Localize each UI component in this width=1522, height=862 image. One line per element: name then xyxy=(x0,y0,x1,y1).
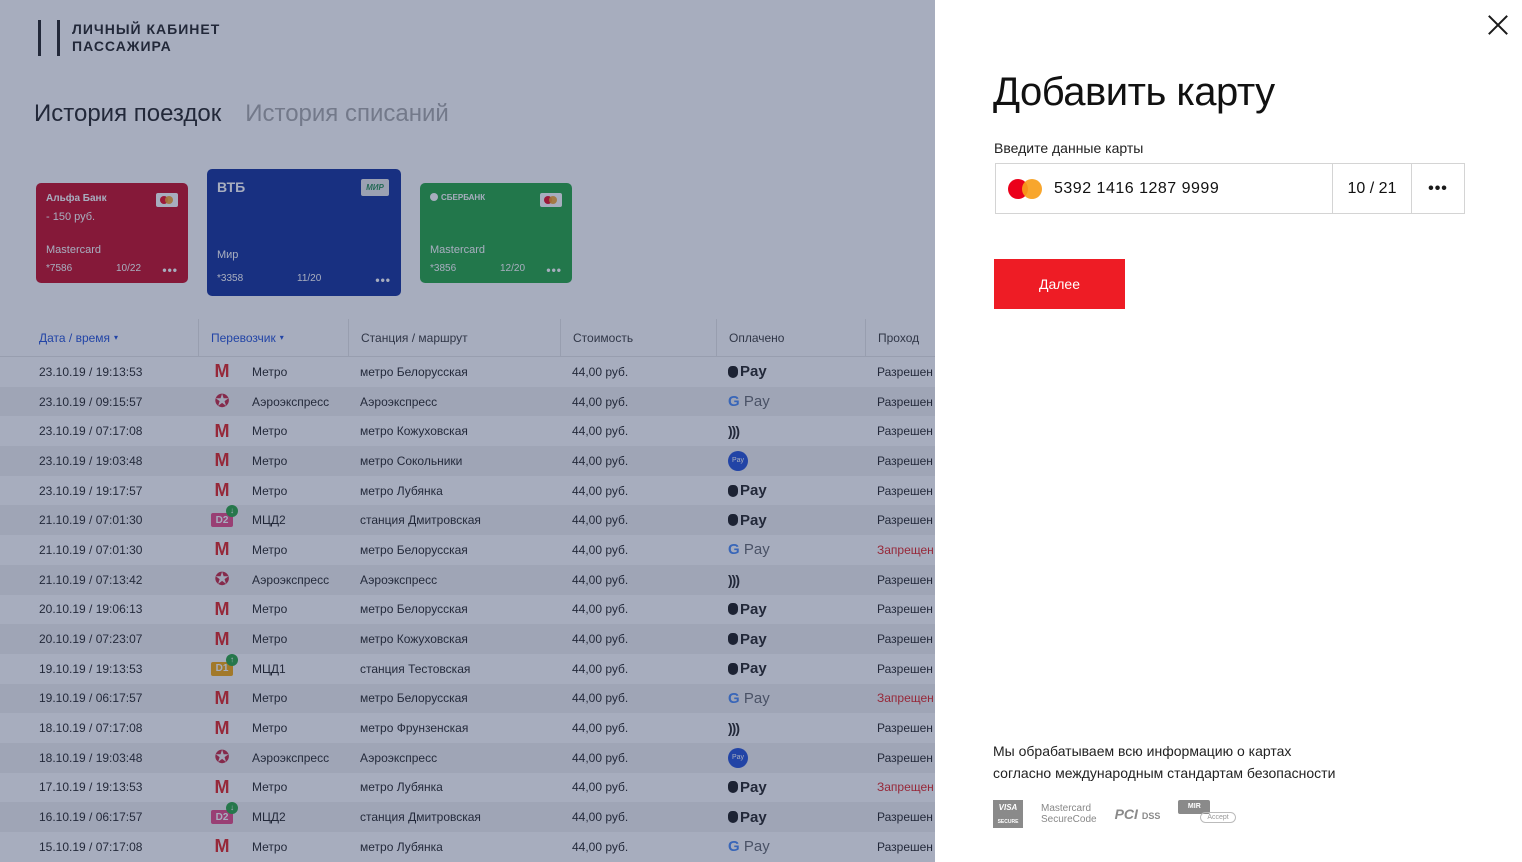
security-notice-line-2: согласно международным стандартам безопа… xyxy=(993,765,1336,781)
security-notice-line-1: Мы обрабатываем всю информацию о картах xyxy=(993,743,1292,759)
card-data-label: Введите данные карты xyxy=(994,140,1144,156)
pci-dss-logo: PCI DSS xyxy=(1115,806,1161,822)
next-button[interactable]: Далее xyxy=(994,259,1125,309)
modal-backdrop[interactable] xyxy=(0,0,935,862)
visa-secure-bottom: SECURE xyxy=(997,819,1019,825)
mc-securecode-line-1: Mastercard xyxy=(1041,803,1092,814)
card-number-input[interactable] xyxy=(1054,179,1324,198)
card-number-field-wrap xyxy=(996,164,1333,213)
pci-text: PCI xyxy=(1114,806,1138,822)
card-expiry-field-wrap xyxy=(1333,164,1412,213)
close-icon[interactable] xyxy=(1485,12,1511,38)
mastercard-securecode-logo: Mastercard SecureCode xyxy=(1041,803,1097,825)
security-notice: Мы обрабатываем всю информацию о картах … xyxy=(993,740,1393,784)
card-more-options-button[interactable]: ••• xyxy=(1412,164,1464,213)
security-logos: VISA SECURE Mastercard SecureCode PCI DS… xyxy=(993,800,1256,828)
add-card-panel: Добавить карту Введите данные карты ••• … xyxy=(935,0,1522,862)
mir-accept-logo: MIR Accept xyxy=(1178,800,1238,828)
card-expiry-input[interactable] xyxy=(1337,179,1407,198)
trip-history-page: Личный кабинет пассажира История поездок… xyxy=(0,0,935,862)
mc-securecode-line-2: SecureCode xyxy=(1041,814,1097,825)
visa-secure-logo: VISA SECURE xyxy=(993,800,1023,828)
visa-secure-top: VISA xyxy=(998,803,1018,812)
panel-title: Добавить карту xyxy=(993,70,1275,114)
pci-dss-text: DSS xyxy=(1141,811,1161,821)
mir-accept-text: Accept xyxy=(1200,812,1236,823)
mastercard-icon xyxy=(1008,178,1042,199)
card-input-group: ••• xyxy=(995,163,1465,214)
